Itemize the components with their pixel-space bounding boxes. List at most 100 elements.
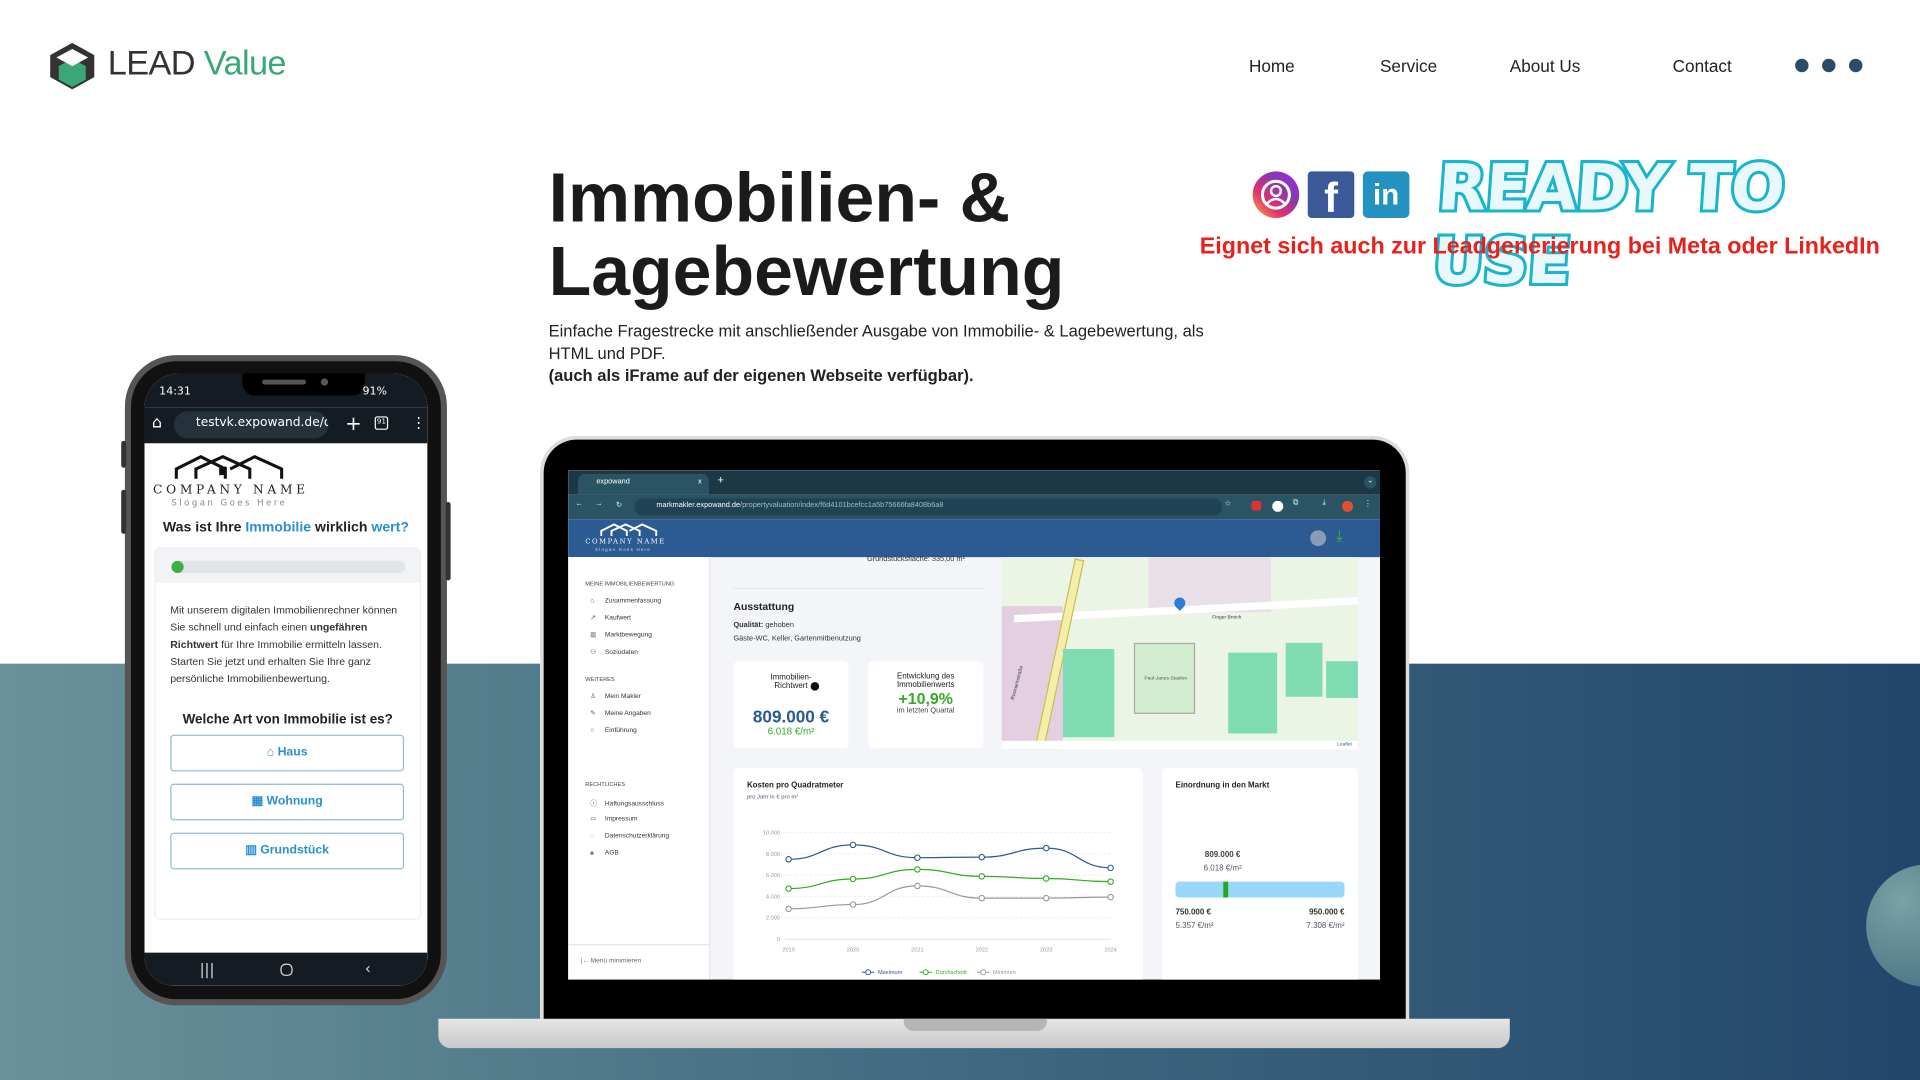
data-point bbox=[785, 885, 792, 892]
close-tab-icon[interactable]: x bbox=[698, 479, 702, 486]
sidebar-item[interactable]: ○ Einführung bbox=[590, 727, 637, 734]
sidebar-item[interactable]: ▥ Marktbewegung bbox=[590, 632, 652, 639]
lead-generation-note: Eignet sich auch zur Leadgenerierung bei… bbox=[1199, 233, 1880, 260]
nav-home[interactable]: Home bbox=[1249, 56, 1295, 76]
download-icon[interactable]: ⤓ bbox=[1322, 500, 1325, 509]
data-point bbox=[914, 854, 921, 861]
extension-icon[interactable] bbox=[1272, 500, 1284, 512]
more-menu-icon[interactable]: ⋮ bbox=[411, 414, 426, 431]
minimize-menu-button[interactable]: |← Menü minimieren bbox=[580, 958, 641, 965]
chevron-down-icon[interactable]: ⌄ bbox=[1364, 476, 1377, 489]
market-position-marker bbox=[1222, 881, 1228, 898]
menu-dot[interactable] bbox=[1822, 58, 1836, 73]
series-line bbox=[788, 844, 1111, 869]
sidebar-item[interactable]: ↗ Kaufwert bbox=[590, 615, 631, 622]
home-icon[interactable]: ⌂ bbox=[152, 414, 162, 432]
sidebar-item[interactable]: ◌ Datenschutzerklärung bbox=[590, 833, 669, 840]
profile-avatar[interactable] bbox=[1342, 500, 1354, 512]
info-icon[interactable] bbox=[810, 682, 820, 691]
ausstattung-title: Ausstattung bbox=[733, 600, 795, 613]
back-icon[interactable]: ← bbox=[576, 501, 583, 508]
legend-label: Minimum bbox=[993, 970, 1016, 976]
back-icon[interactable]: ‹ bbox=[365, 960, 371, 977]
y-tick-label: 2.000 bbox=[766, 916, 780, 922]
option-grundstueck-button[interactable]: ▥ Grundstück bbox=[170, 832, 405, 870]
user-avatar[interactable] bbox=[1310, 530, 1327, 547]
option-haus-button[interactable]: ⌂ Haus bbox=[170, 734, 405, 772]
market-min-m2: 5.357 €/m² bbox=[1175, 922, 1214, 931]
android-nav-bar: ||| ‹ bbox=[144, 952, 428, 986]
legend-marker bbox=[922, 969, 929, 976]
nav-contact[interactable]: Contact bbox=[1673, 56, 1732, 76]
users-icon: ⚇ bbox=[590, 648, 597, 657]
sidebar-item[interactable]: ⚇ Soziodaten bbox=[590, 649, 638, 656]
legend-label: Durchschnitt bbox=[936, 970, 968, 976]
forward-icon[interactable]: → bbox=[595, 501, 602, 508]
laptop-screen: expowand x + ⌄ ← → ↻ markmakler.expowand.… bbox=[568, 470, 1381, 980]
features-text: Gäste-WC, Keller, Gartenmitbenutzung bbox=[733, 635, 861, 643]
facebook-icon[interactable]: f bbox=[1307, 171, 1355, 222]
home-icon: ⌂ bbox=[590, 597, 595, 605]
nav-service[interactable]: Service bbox=[1380, 56, 1437, 76]
y-tick-label: 4.000 bbox=[766, 894, 780, 900]
legend-label: Maximum bbox=[878, 970, 903, 976]
company-name: COMPANY NAME bbox=[153, 483, 309, 498]
reload-icon[interactable]: ↻ bbox=[616, 501, 622, 509]
download-icon[interactable]: ⤓ bbox=[1336, 527, 1343, 547]
question-title: Was ist Ihre Immobilie wirklich wert? bbox=[162, 520, 409, 536]
building-icon: ▦ bbox=[251, 794, 267, 809]
collapse-icon: |← bbox=[580, 957, 591, 965]
mobile-url-field[interactable]: testvk.expowand.de/q bbox=[173, 411, 329, 439]
status-time: 14:31 bbox=[159, 385, 191, 398]
home-button-icon[interactable] bbox=[280, 963, 293, 976]
new-tab-icon[interactable]: + bbox=[345, 411, 361, 434]
recent-apps-icon[interactable]: ||| bbox=[200, 961, 215, 978]
data-point bbox=[978, 873, 986, 880]
chart-subtitle: pro Jahr in € pro m² bbox=[746, 794, 799, 801]
brand-name[interactable]: LEAD Value bbox=[108, 44, 287, 83]
option-wohnung-button[interactable]: ▦ Wohnung bbox=[170, 783, 405, 821]
data-point bbox=[1042, 844, 1050, 852]
sidebar-item[interactable]: ♙ Mein Makler bbox=[590, 693, 641, 700]
browser-tab[interactable]: expowand x bbox=[577, 473, 709, 495]
menu-dot[interactable] bbox=[1848, 58, 1863, 73]
lead-value-logo-icon[interactable] bbox=[49, 42, 96, 91]
bookmark-icon[interactable]: ☆ bbox=[1224, 500, 1231, 508]
richtwert-value: 809.000 € bbox=[752, 706, 830, 727]
leaflet-attribution[interactable]: Leaflet bbox=[1337, 741, 1352, 747]
x-tick-label: 2024 bbox=[1104, 947, 1117, 953]
entwicklung-title: Entwicklung des Immobilienwerts bbox=[896, 672, 955, 690]
extension-icon[interactable] bbox=[1251, 500, 1262, 511]
status-bar: 14:31 91% bbox=[144, 373, 428, 408]
sidebar-item-label: Impressum bbox=[604, 815, 638, 823]
x-tick-label: 2023 bbox=[1040, 947, 1053, 953]
new-tab-icon[interactable]: + bbox=[718, 474, 724, 486]
data-point bbox=[785, 856, 792, 863]
sidebar-item[interactable]: ⓘ Haftungsausschluss bbox=[590, 798, 664, 808]
nav-about-us[interactable]: About Us bbox=[1510, 56, 1581, 76]
richtwert-per-m2: 6.018 €/m² bbox=[767, 726, 815, 738]
sidebar-item[interactable]: 🔒︎ AGB bbox=[590, 850, 619, 859]
tabs-icon[interactable]: 91 bbox=[374, 416, 389, 430]
more-menu-icon[interactable]: ⋮ bbox=[1364, 500, 1371, 508]
instagram-icon[interactable] bbox=[1252, 171, 1300, 218]
puzzle-icon[interactable]: ⧉ bbox=[1293, 500, 1298, 509]
menu-dot[interactable] bbox=[1795, 58, 1809, 73]
sidebar-item[interactable]: ✎ Meine Angaben bbox=[590, 710, 651, 717]
sidebar-section-title: WEITERES bbox=[585, 675, 615, 683]
entwicklung-sub: im letzten Quartal bbox=[896, 707, 955, 716]
x-tick-label: 2020 bbox=[847, 947, 860, 953]
map-icon: ▥ bbox=[245, 843, 261, 858]
data-point bbox=[914, 882, 921, 890]
data-point bbox=[914, 866, 921, 873]
url-field[interactable]: markmakler.expowand.de/propertyvaluation… bbox=[634, 498, 1223, 516]
data-point bbox=[785, 905, 792, 913]
sidebar-item[interactable]: ⌂ Zusammenfassung bbox=[590, 598, 661, 605]
sidebar-item[interactable]: ▭ Impressum bbox=[590, 816, 637, 823]
linkedin-icon[interactable]: in bbox=[1362, 171, 1410, 218]
data-point bbox=[849, 901, 857, 908]
location-map[interactable]: Finger Broich Rosmarinstraße Paul-Janes-… bbox=[1001, 557, 1358, 750]
x-tick-label: 2022 bbox=[976, 947, 989, 953]
cost-chart-card: Kosten pro Quadratmeter pro Jahr in € pr… bbox=[733, 767, 1143, 980]
x-tick-label: 2021 bbox=[911, 947, 924, 953]
